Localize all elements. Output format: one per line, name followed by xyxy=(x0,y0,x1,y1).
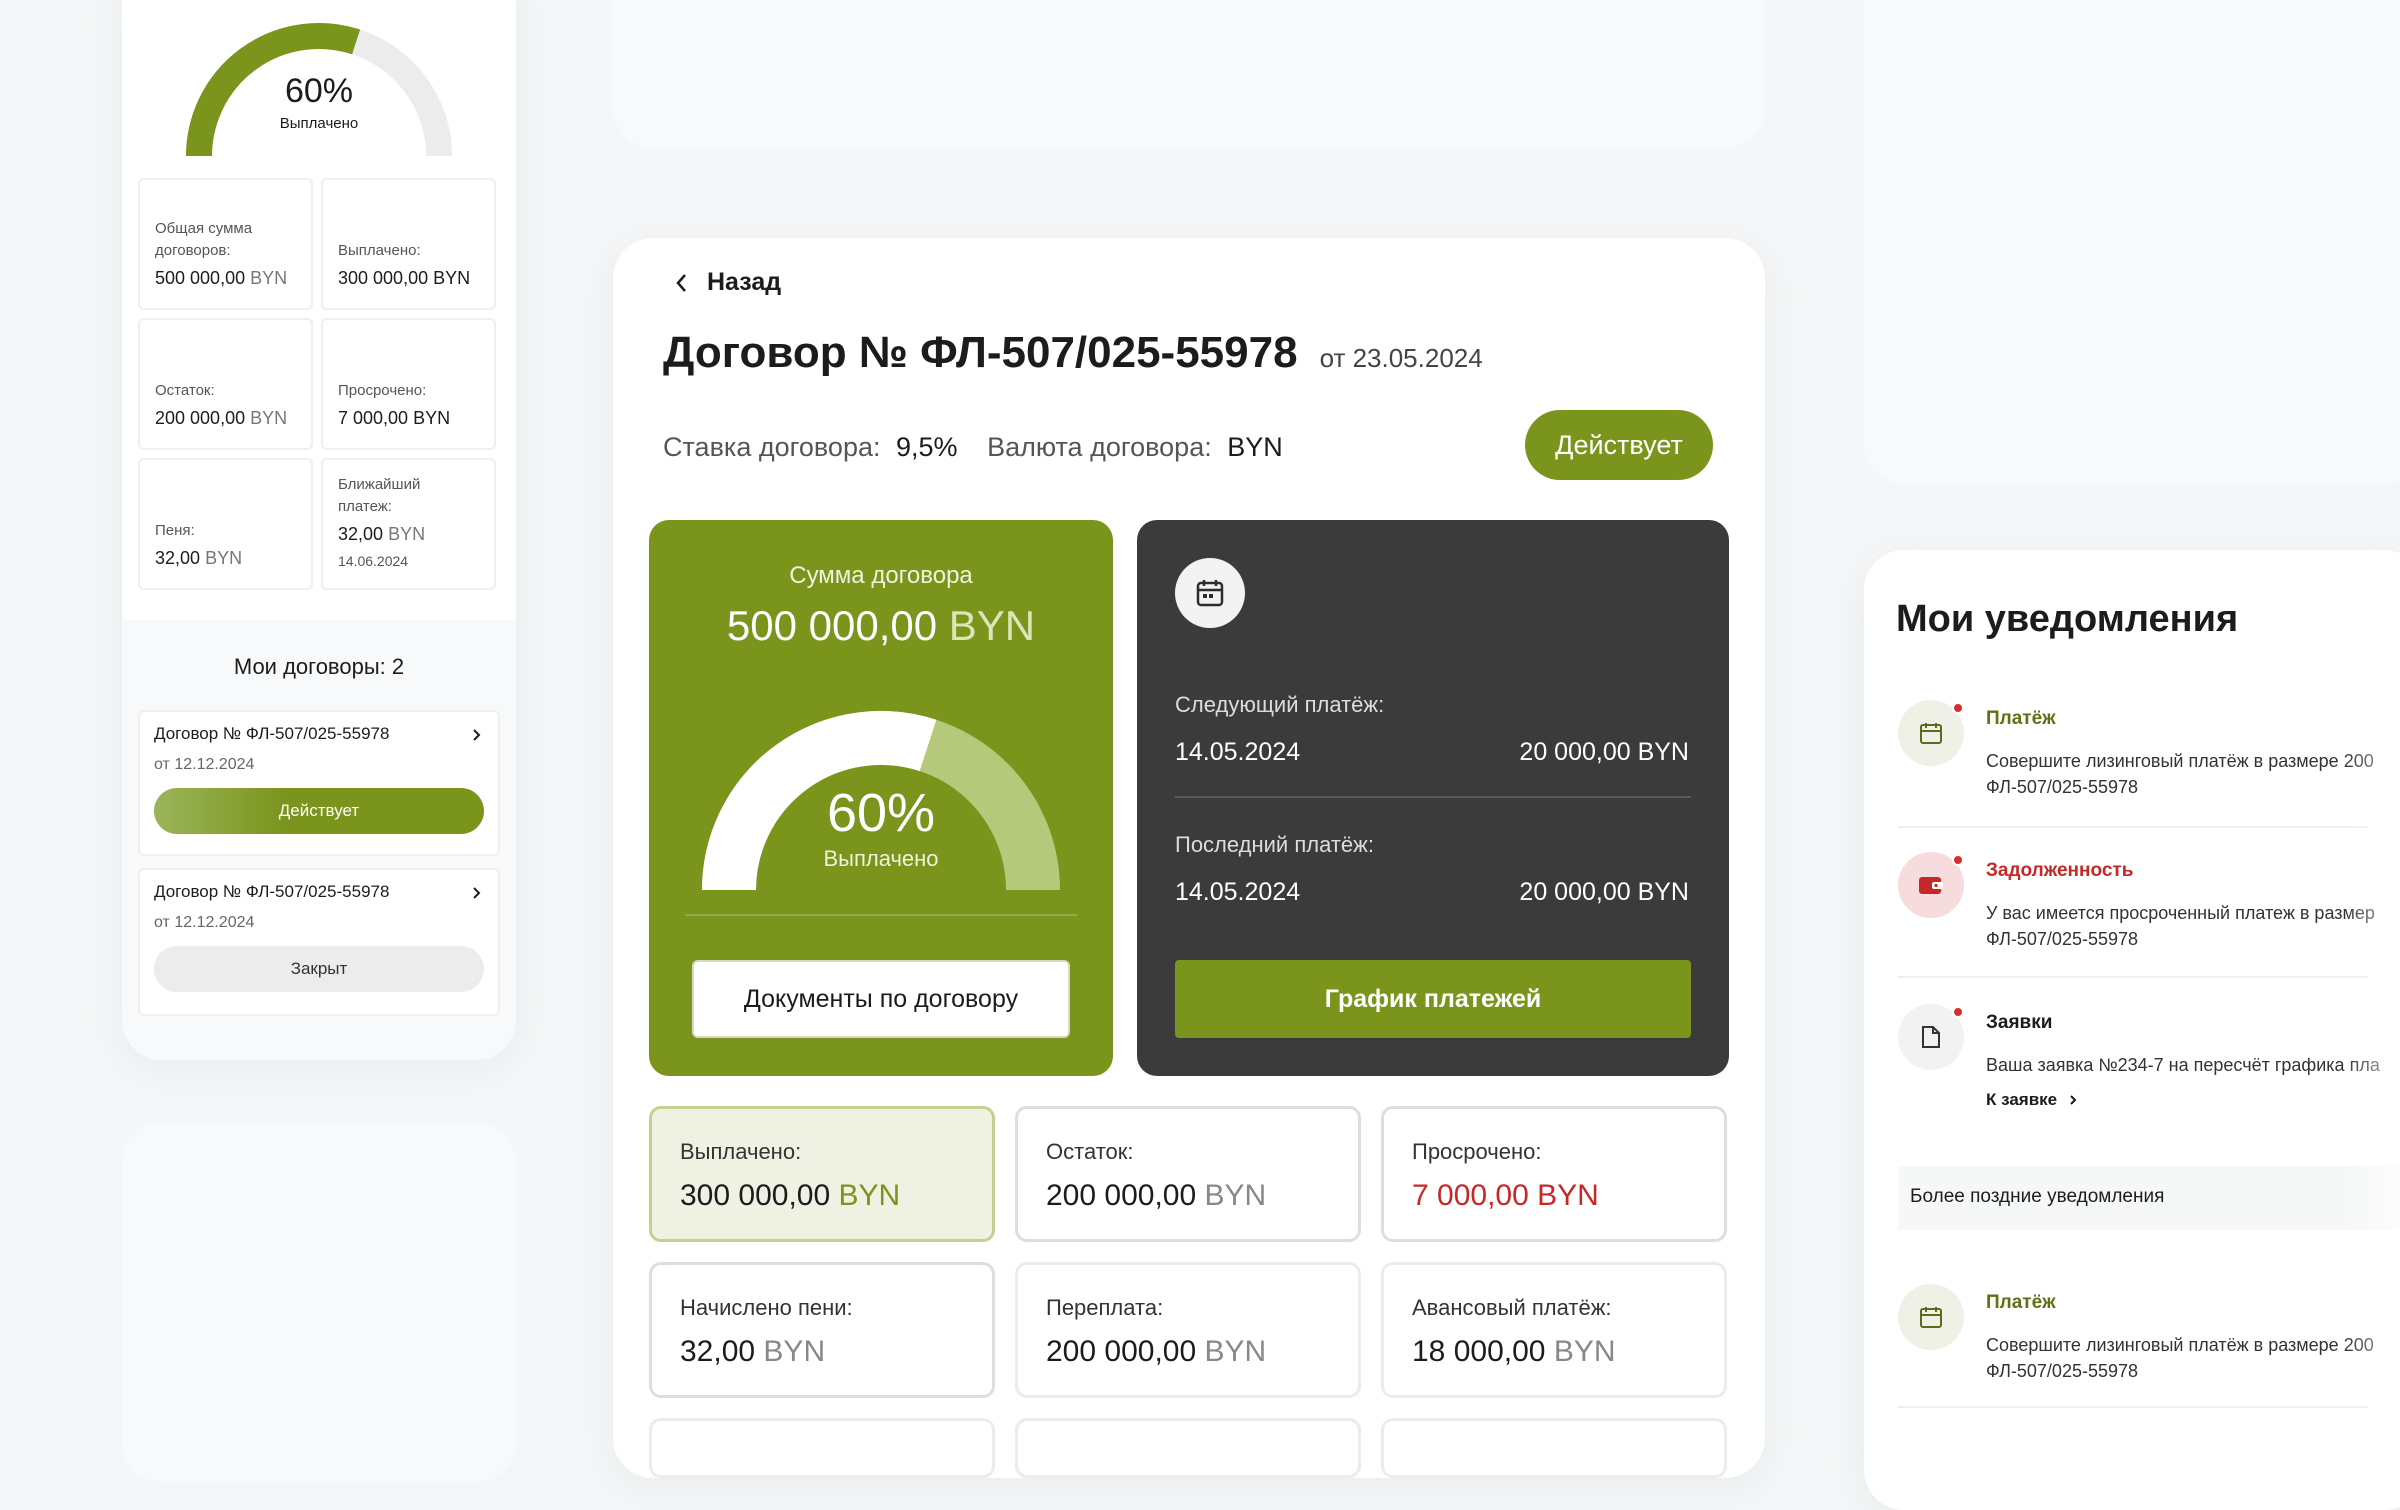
stat-remaining: Остаток: 200 000,00 BYN xyxy=(1015,1106,1361,1242)
notification-debt[interactable]: Задолженность У вас имеется просроченный… xyxy=(1898,852,2400,952)
contract-item-2[interactable]: Договор № ФЛ-507/025-55978 от 12.12.2024… xyxy=(138,868,500,1016)
payment-schedule-button[interactable]: График платежей xyxy=(1175,960,1691,1038)
notification-payment[interactable]: Платёж Совершите лизинговый платёж в раз… xyxy=(1898,700,2400,800)
divider xyxy=(685,914,1077,916)
next-payment-date: 14.05.2024 xyxy=(1175,738,1301,766)
divider xyxy=(1898,976,2368,978)
divider xyxy=(1898,826,2368,828)
last-payment-label: Последний платёж: xyxy=(1175,832,1374,857)
currency-label: Валюта договора: xyxy=(987,432,1212,462)
rate-value: 9,5% xyxy=(896,432,958,462)
contract-status-badge: Действует xyxy=(1525,410,1713,480)
gauge-label: Выплачено xyxy=(823,846,939,871)
summary-paid: Выплачено: 300 000,00 BYN xyxy=(321,178,496,310)
gauge-percent: 60% xyxy=(826,783,936,843)
contract-item-1[interactable]: Договор № ФЛ-507/025-55978 от 12.12.2024… xyxy=(138,710,500,856)
calendar-icon xyxy=(1898,1284,1964,1350)
sum-label: Сумма договора xyxy=(789,562,973,589)
later-notifications-header: Более поздние уведомления xyxy=(1898,1166,2400,1230)
summary-penalty: Пеня: 32,00 BYN xyxy=(138,458,313,590)
mobile-contracts-panel: 60% Выплачено Общая сумма договоров: 500… xyxy=(122,0,516,1060)
back-link[interactable]: Назад xyxy=(675,268,781,297)
last-payment-date: 14.05.2024 xyxy=(1175,878,1301,906)
notification-payment-later[interactable]: Платёж Совершите лизинговый платёж в раз… xyxy=(1898,1284,2400,1384)
stat-placeholder xyxy=(649,1418,995,1478)
chevron-right-icon xyxy=(473,729,481,741)
background-card-left-bottom xyxy=(122,1122,516,1482)
documents-button[interactable]: Документы по договору xyxy=(692,960,1070,1038)
divider xyxy=(1898,1406,2368,1408)
chevron-right-icon xyxy=(2070,1095,2077,1105)
summary-remaining: Остаток: 200 000,00 BYN xyxy=(138,318,313,450)
stat-penalty: Начислено пени: 32,00 BYN xyxy=(649,1262,995,1398)
background-card-top xyxy=(613,0,1765,148)
stat-placeholder xyxy=(1015,1418,1361,1478)
contract-detail-card: Назад Договор № ФЛ-507/025-55978 от 23.0… xyxy=(613,238,1765,1478)
divider xyxy=(1175,796,1691,798)
stat-placeholder xyxy=(1381,1418,1727,1478)
next-payment-amount: 20 000,00 BYN xyxy=(1519,738,1689,766)
stat-overpayment: Переплата: 200 000,00 BYN xyxy=(1015,1262,1361,1398)
unread-dot xyxy=(1952,1006,1964,1018)
stat-advance: Авансовый платёж: 18 000,00 BYN xyxy=(1381,1262,1727,1398)
contract-date: от 23.05.2024 xyxy=(1319,343,1483,373)
currency-value: BYN xyxy=(1227,432,1283,462)
sum-amount: 500 000,00 xyxy=(726,602,938,649)
chevron-left-icon xyxy=(676,273,686,292)
calendar-icon xyxy=(1175,558,1245,628)
chevron-right-icon xyxy=(473,887,481,899)
summary-next-payment: Ближайший платеж: 32,00 BYN 14.06.2024 xyxy=(321,458,496,590)
contracts-title: Мои договоры: 2 xyxy=(233,654,405,679)
left-gauge-label: Выплачено xyxy=(279,115,359,132)
stat-overdue: Просрочено: 7 000,00 BYN xyxy=(1381,1106,1727,1242)
request-link[interactable]: К заявке xyxy=(1986,1090,2077,1110)
rate-label: Ставка договора: xyxy=(663,432,881,462)
last-payment-amount: 20 000,00 BYN xyxy=(1519,878,1689,906)
contract-status-closed: Закрыт xyxy=(154,946,484,992)
contract-status-active: Действует xyxy=(154,788,484,834)
unread-dot xyxy=(1952,854,1964,866)
stat-paid: Выплачено: 300 000,00 BYN xyxy=(649,1106,995,1242)
sum-currency: BYN xyxy=(948,602,1036,649)
next-payment-label: Следующий платёж: xyxy=(1175,692,1385,717)
contract-title: Договор № ФЛ-507/025-55978 xyxy=(663,328,1298,377)
summary-overdue: Просрочено: 7 000,00 BYN xyxy=(321,318,496,450)
notifications-panel: Мои уведомления Платёж Совершите лизинго… xyxy=(1864,550,2400,1510)
left-gauge-percent: 60% xyxy=(284,72,354,110)
notification-requests[interactable]: Заявки Ваша заявка №234-7 на пересчёт гр… xyxy=(1898,1004,2400,1114)
unread-dot xyxy=(1952,702,1964,714)
background-card-right-top xyxy=(1864,0,2400,484)
contract-sum-card: Сумма договора 500 000,00 BYN 60% Выплач… xyxy=(649,520,1113,1076)
summary-total: Общая сумма договоров: 500 000,00 BYN xyxy=(138,178,313,310)
payments-card: Следующий платёж: 14.05.2024 20 000,00 B… xyxy=(1137,520,1729,1076)
notifications-title: Мои уведомления xyxy=(1896,598,2239,640)
